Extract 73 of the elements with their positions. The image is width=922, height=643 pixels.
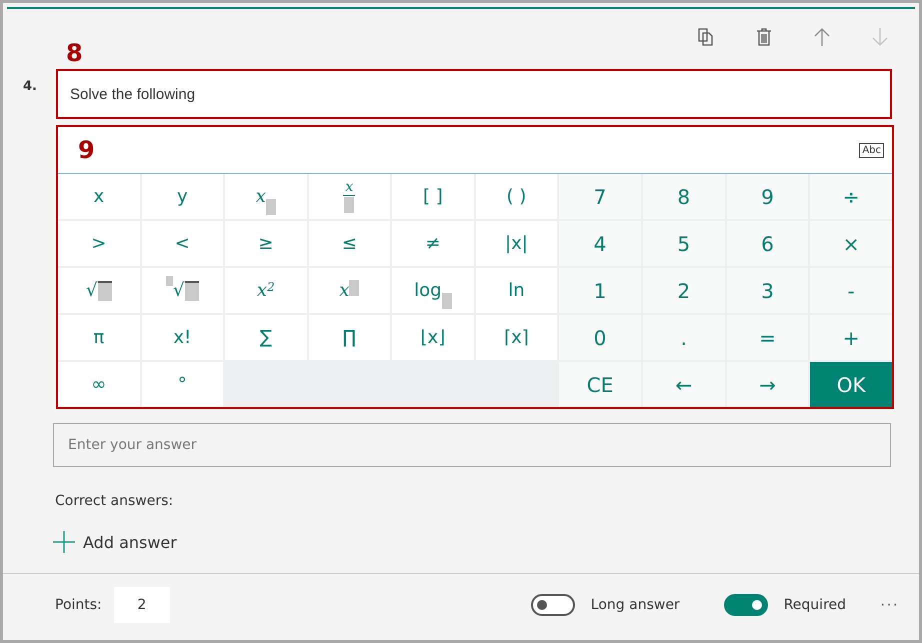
key[interactable]: 5 [642, 221, 725, 266]
key[interactable]: ≠ [392, 221, 474, 266]
correct-answers-label: Correct answers: [55, 493, 174, 509]
arrow-up-icon [813, 27, 831, 47]
key[interactable]: ∏ [308, 315, 390, 360]
slot-icon [344, 197, 354, 213]
key[interactable]: y [142, 174, 224, 219]
points-label: Points: [55, 597, 102, 613]
key[interactable]: + [810, 315, 892, 360]
toggle-label: Long answer [590, 597, 680, 613]
key[interactable]: ∞ [58, 362, 140, 407]
question-field[interactable]: Solve the following [56, 69, 892, 119]
arrow-down-icon [871, 27, 889, 47]
key[interactable]: 6 [726, 221, 808, 266]
key[interactable]: CE [559, 362, 641, 407]
key[interactable]: π [58, 315, 140, 360]
key[interactable]: 0 [559, 315, 641, 360]
key[interactable]: ⌈x⌉ [476, 315, 558, 360]
annotation-number: 8 [66, 41, 83, 65]
key[interactable]: x! [142, 315, 224, 360]
slot-icon [349, 280, 360, 296]
key[interactable]: 3 [726, 268, 808, 313]
points-field[interactable]: 2 [114, 587, 170, 623]
key[interactable]: < [142, 221, 224, 266]
key[interactable]: × [810, 221, 892, 266]
key[interactable]: x [58, 174, 140, 219]
key[interactable]: ∑ [225, 315, 307, 360]
ok-button[interactable]: OK [810, 362, 892, 407]
key[interactable]: → [726, 362, 808, 407]
trash-icon [756, 27, 772, 47]
key[interactable]: 1 [559, 268, 641, 313]
toggle-switch[interactable] [530, 594, 575, 616]
slot-icon [98, 283, 112, 301]
toggle-switch[interactable] [724, 594, 768, 616]
question-number: 4. [22, 78, 38, 94]
key[interactable]: ° [142, 362, 224, 407]
key[interactable]: 4 [559, 221, 641, 266]
key[interactable]: 9 [726, 174, 808, 219]
text-mode-button[interactable]: Abc [859, 142, 884, 158]
slot-icon [166, 276, 174, 286]
key[interactable]: x$^{2}$ [225, 268, 307, 313]
key[interactable]: > [58, 221, 140, 266]
key[interactable]: x [308, 268, 390, 313]
key[interactable]: [ ] [392, 174, 474, 219]
copy-icon [697, 27, 715, 47]
key[interactable]: . [642, 315, 725, 360]
key[interactable]: ≥ [225, 221, 307, 266]
add-answer-button[interactable]: Add answer [53, 531, 177, 553]
key[interactable]: log [392, 268, 474, 313]
key[interactable]: ⌊x⌋ [392, 315, 474, 360]
key[interactable]: 2 [642, 268, 725, 313]
more-button[interactable]: ··· [880, 596, 899, 614]
key[interactable]: = [726, 315, 808, 360]
annotation-number: 9 [78, 138, 95, 162]
key[interactable]: ln [476, 268, 558, 313]
toggle-label: Required [784, 597, 846, 613]
slot-icon [266, 199, 276, 215]
key[interactable]: ( ) [476, 174, 558, 219]
slot-icon [184, 283, 199, 301]
key[interactable]: √ [58, 268, 140, 313]
key[interactable]: ≤ [308, 221, 390, 266]
key[interactable]: 8 [642, 174, 725, 219]
key[interactable]: √ [142, 268, 224, 313]
key[interactable]: x [225, 174, 307, 219]
key[interactable]: ← [642, 362, 725, 407]
key[interactable]: - [810, 268, 892, 313]
key[interactable]: 7 [559, 174, 641, 219]
key[interactable]: |x| [476, 221, 558, 266]
answer-field[interactable]: Enter your answer [53, 423, 891, 467]
key[interactable]: x [308, 174, 390, 219]
slot-icon [442, 293, 452, 309]
plus-icon [53, 531, 75, 553]
key[interactable]: ÷ [810, 174, 892, 219]
